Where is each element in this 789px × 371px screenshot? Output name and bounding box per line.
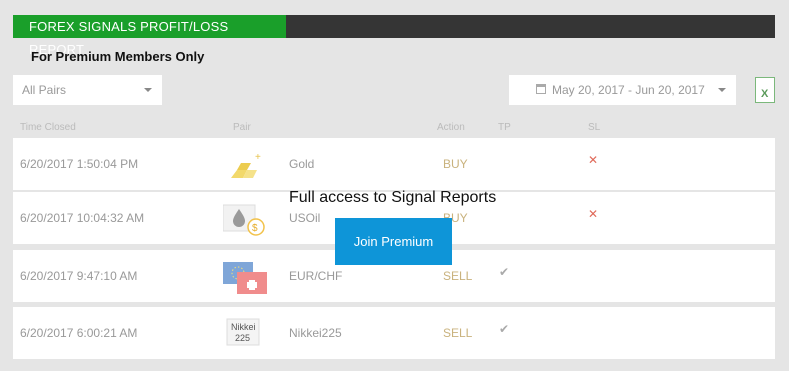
date-range-value: May 20, 2017 - Jun 20, 2017	[552, 83, 705, 97]
close-icon: ✕	[588, 153, 599, 167]
svg-text:+: +	[255, 152, 261, 163]
close-icon: ✕	[588, 207, 599, 221]
svg-text:$: $	[252, 223, 258, 234]
column-header-tp: TP	[498, 122, 511, 133]
check-icon: ✔	[499, 265, 510, 279]
row-action: SELL	[443, 269, 473, 283]
date-range-select[interactable]: May 20, 2017 - Jun 20, 2017	[509, 75, 736, 105]
excel-export-icon[interactable]: X	[755, 77, 775, 103]
row-time: 6/20/2017 9:47:10 AM	[20, 269, 138, 283]
oil-drop-icon: $	[222, 203, 269, 237]
row-pair: EUR/CHF	[289, 269, 343, 283]
table-row: 6/20/2017 6:00:21 AM Nikkei 225 Nikkei22…	[13, 307, 775, 359]
column-header-sl: SL	[588, 122, 601, 133]
report-title: FOREX SIGNALS PROFIT/LOSS REPORT	[13, 15, 286, 57]
row-pair: USOil	[289, 211, 321, 225]
nikkei-icon-number: 225	[235, 333, 250, 343]
pairs-select-value: All Pairs	[22, 83, 67, 97]
eur-chf-flags-icon	[223, 260, 269, 294]
nikkei-icon-label: Nikkei	[231, 322, 256, 332]
row-pair: Gold	[289, 157, 315, 171]
join-premium-button[interactable]: Join Premium	[335, 218, 452, 265]
column-header-action: Action	[437, 122, 465, 133]
column-header-time: Time Closed	[20, 122, 76, 133]
nikkei-icon: Nikkei 225	[223, 317, 269, 351]
row-time: 6/20/2017 6:00:21 AM	[20, 326, 138, 340]
calendar-icon	[536, 84, 546, 94]
row-time: 6/20/2017 10:04:32 AM	[20, 211, 145, 225]
check-icon: ✔	[499, 322, 510, 336]
chevron-down-icon	[718, 88, 726, 92]
row-action: SELL	[443, 326, 473, 340]
table-row: 6/20/2017 1:50:04 PM + Gold BUY ✕	[13, 138, 775, 190]
gold-bars-icon: +	[223, 148, 269, 182]
premium-overlay-message: Full access to Signal Reports	[289, 189, 497, 206]
column-header-pair: Pair	[233, 122, 251, 133]
row-pair: Nikkei225	[289, 326, 342, 340]
row-action: BUY	[443, 157, 468, 171]
premium-subtitle: For Premium Members Only	[31, 49, 205, 64]
pairs-select[interactable]: All Pairs	[13, 75, 162, 105]
chevron-down-icon	[144, 88, 152, 92]
row-time: 6/20/2017 1:50:04 PM	[20, 157, 139, 171]
